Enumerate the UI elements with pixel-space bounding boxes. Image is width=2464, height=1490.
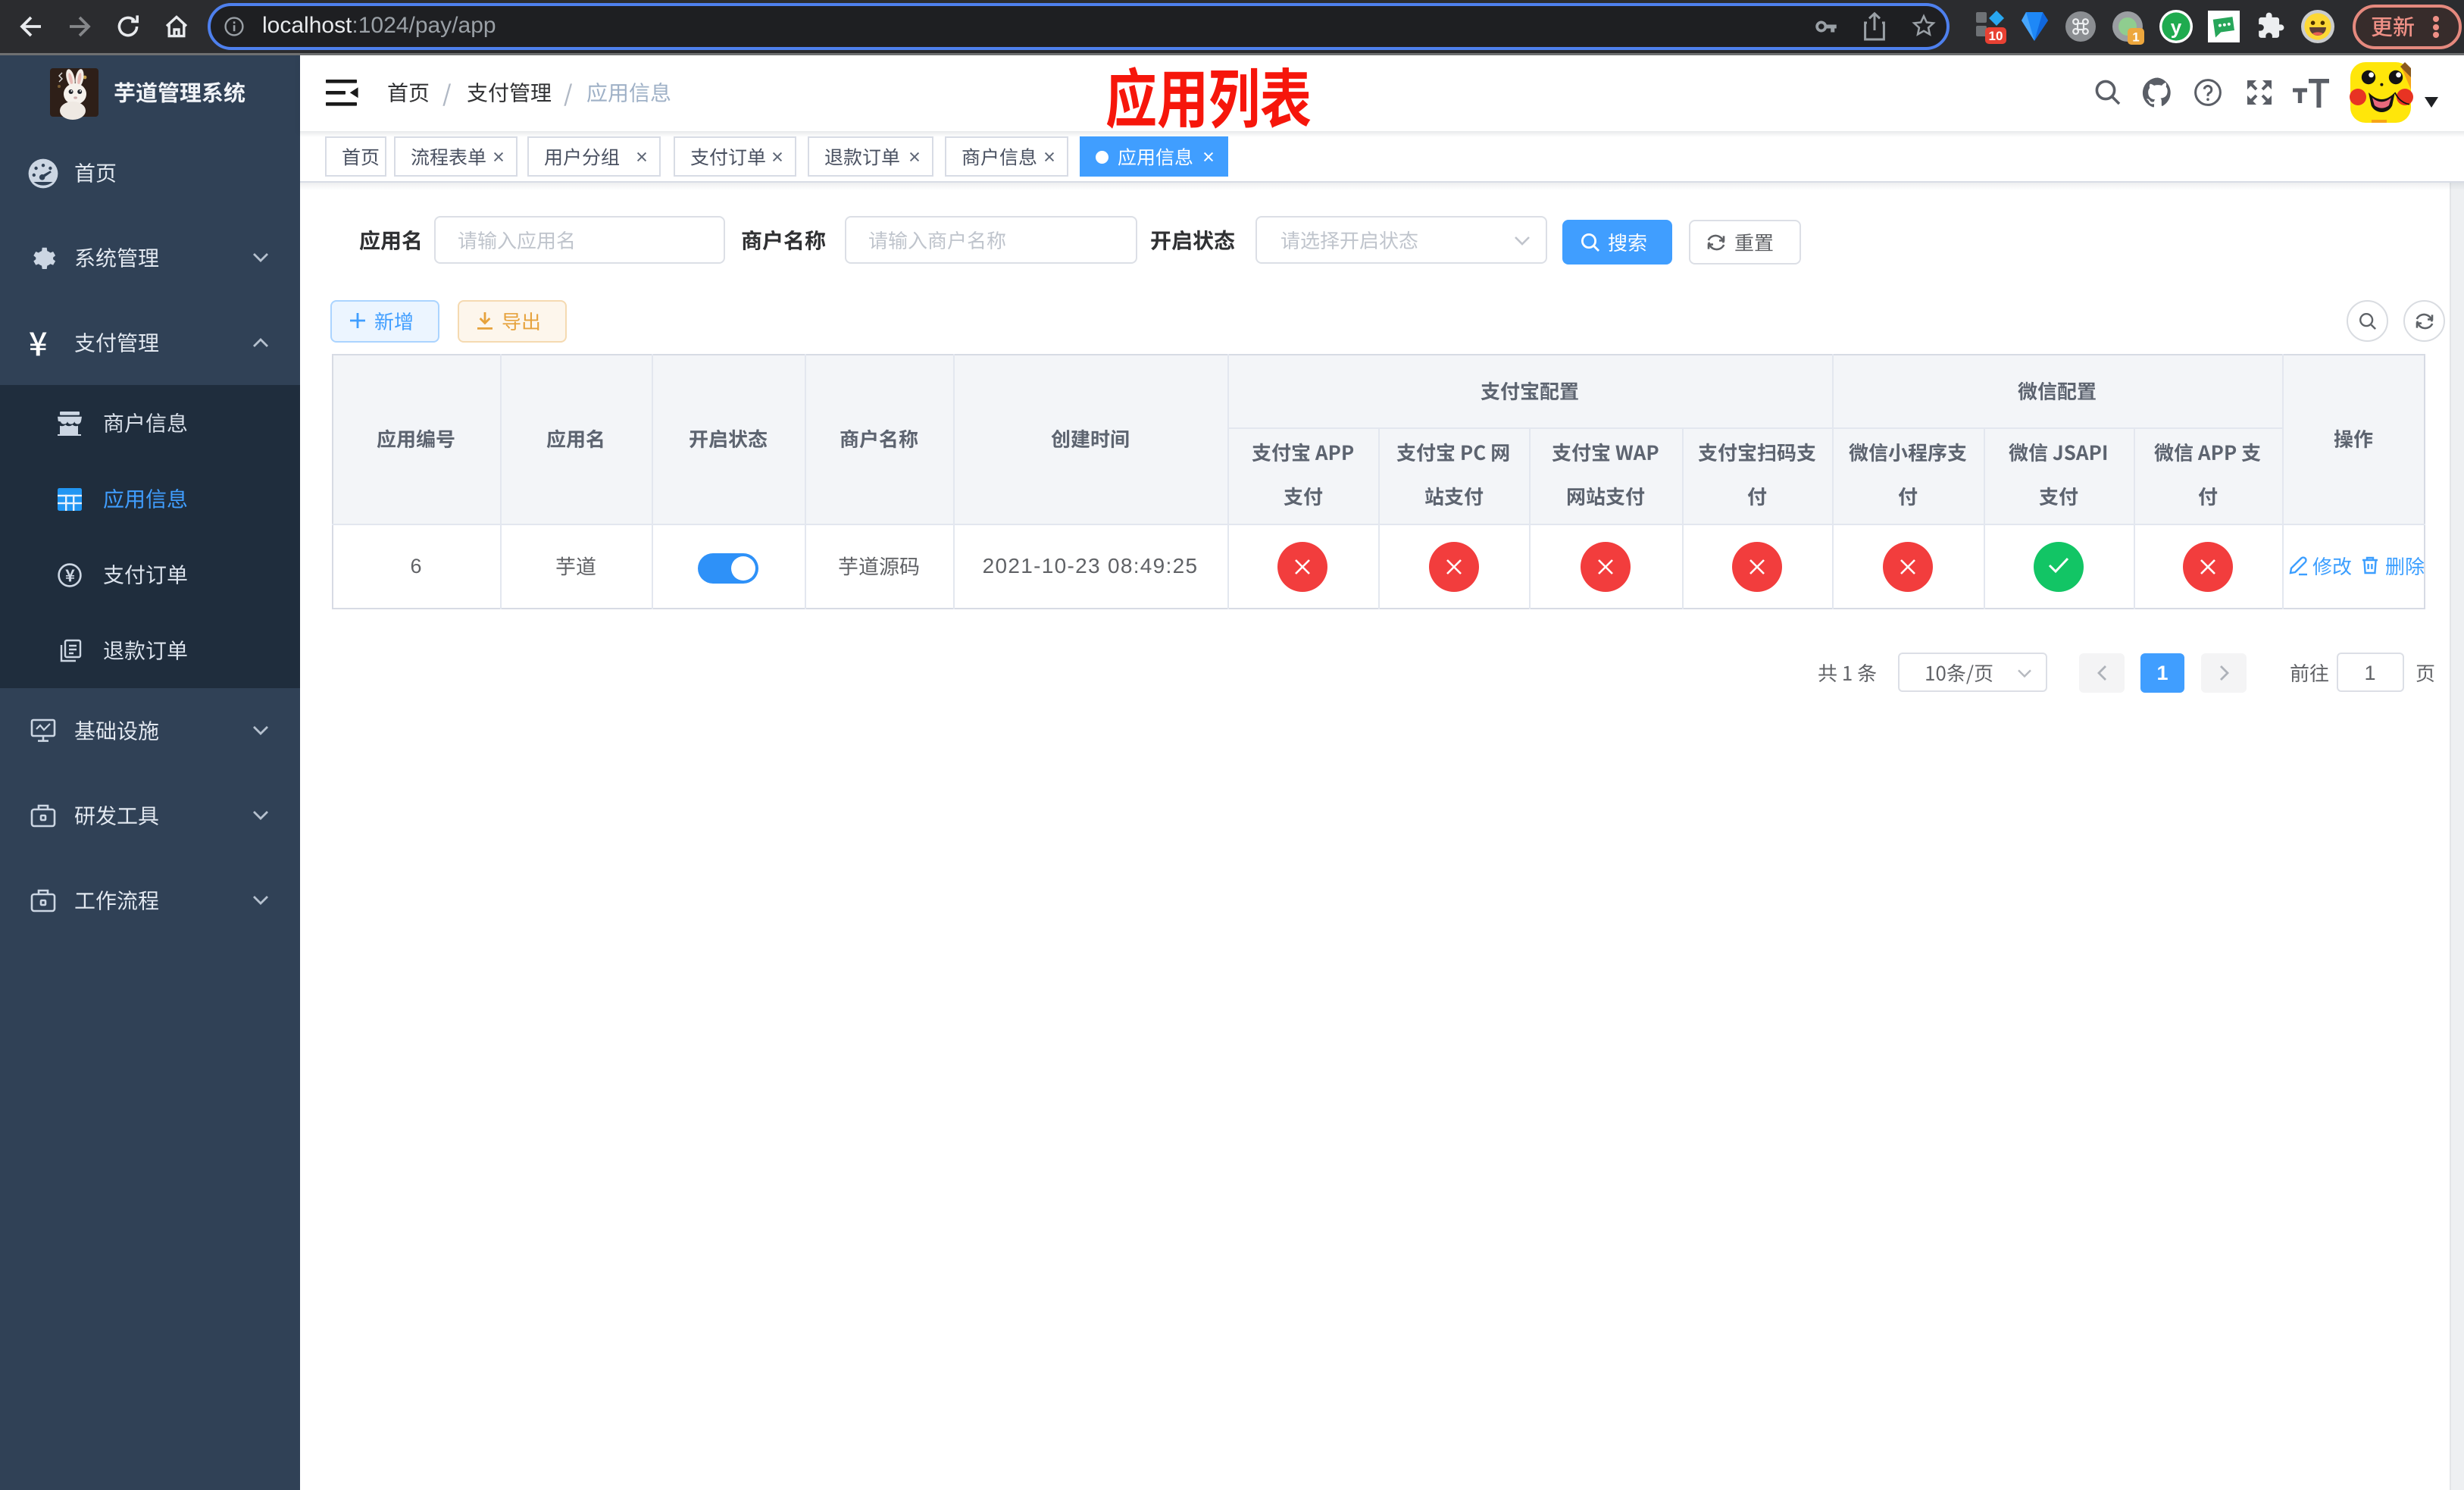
svg-text:y: y xyxy=(2171,16,2182,39)
svg-text:10: 10 xyxy=(1989,29,2003,43)
svg-text:1: 1 xyxy=(2132,30,2139,45)
